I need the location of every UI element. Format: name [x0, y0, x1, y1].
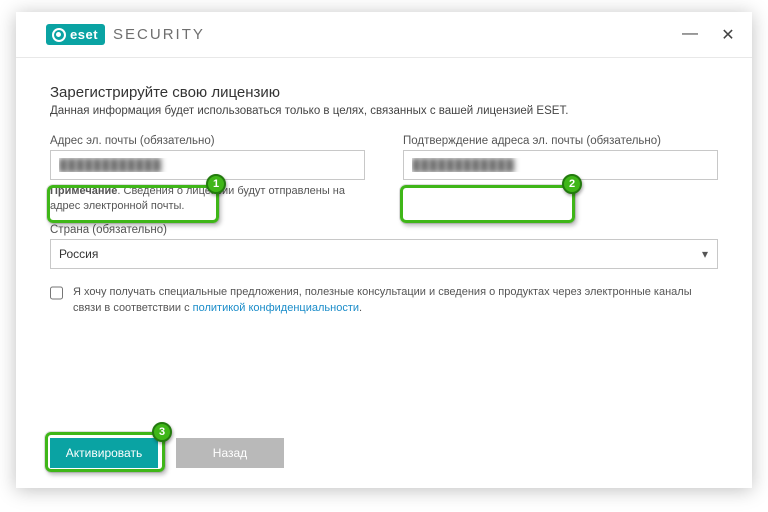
title-bar: eset SECURITY — ✕	[16, 12, 752, 58]
consent-text-before: Я хочу получать специальные предложения,…	[73, 286, 692, 314]
email-label: Адрес эл. почты (обязательно)	[50, 135, 365, 147]
brand-logo-text: eset	[70, 27, 98, 42]
window-controls: — ✕	[682, 25, 736, 45]
product-name: SECURITY	[113, 26, 205, 43]
email-confirm-label: Подтверждение адреса эл. почты (обязател…	[403, 135, 718, 147]
content-area: Зарегистрируйте свою лицензию Данная инф…	[16, 58, 752, 438]
page-subtitle: Данная информация будет использоваться т…	[50, 105, 718, 117]
country-field-group: Страна (обязательно) ▾	[50, 224, 718, 269]
brand-logo: eset	[46, 24, 105, 45]
email-row: Адрес эл. почты (обязательно) Примечание…	[50, 135, 718, 214]
minimize-button[interactable]: —	[682, 25, 698, 45]
brand-logo-icon	[52, 28, 66, 42]
email-confirm-input[interactable]	[403, 150, 718, 180]
consent-text-after: .	[359, 302, 362, 314]
footer-buttons: Активировать Назад	[16, 438, 752, 488]
consent-checkbox[interactable]	[50, 286, 63, 300]
consent-row: Я хочу получать специальные предложения,…	[50, 285, 718, 317]
country-select[interactable]	[50, 239, 718, 269]
app-window: eset SECURITY — ✕ Зарегистрируйте свою л…	[16, 12, 752, 488]
consent-label: Я хочу получать специальные предложения,…	[73, 285, 718, 317]
email-note: Примечание. Сведения о лицензии будут от…	[50, 184, 365, 214]
email-input[interactable]	[50, 150, 365, 180]
country-label: Страна (обязательно)	[50, 224, 718, 236]
back-button[interactable]: Назад	[176, 438, 284, 468]
close-button[interactable]: ✕	[720, 25, 736, 45]
country-row: Страна (обязательно) ▾	[50, 224, 718, 269]
note-prefix: Примечание	[50, 185, 117, 197]
country-select-wrap: ▾	[50, 239, 718, 269]
privacy-policy-link[interactable]: политикой конфиденциальности	[193, 302, 359, 314]
page-title: Зарегистрируйте свою лицензию	[50, 84, 718, 101]
email-confirm-field-group: Подтверждение адреса эл. почты (обязател…	[403, 135, 718, 214]
activate-button[interactable]: Активировать	[50, 438, 158, 468]
email-field-group: Адрес эл. почты (обязательно) Примечание…	[50, 135, 365, 214]
